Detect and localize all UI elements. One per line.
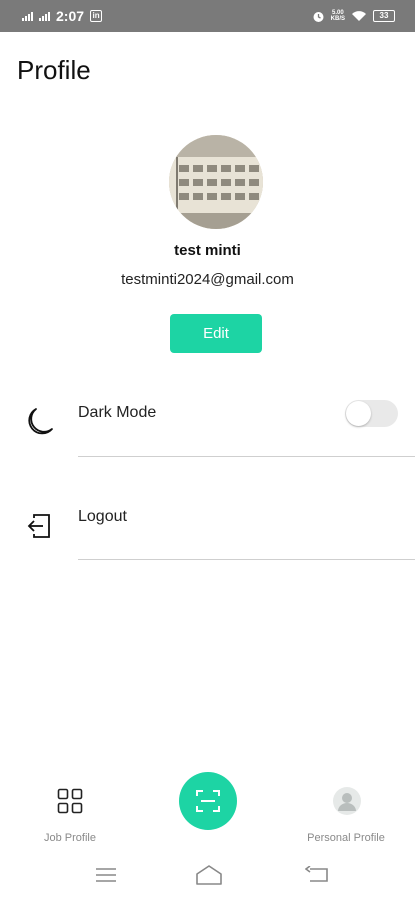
status-bar: 2:07 in 5.00 KB/S 33	[0, 0, 415, 32]
grid-icon	[57, 788, 83, 814]
scan-button[interactable]	[179, 772, 237, 830]
avatar-photo	[169, 135, 263, 229]
scan-icon	[196, 790, 220, 812]
nav-label-personal-profile: Personal Profile	[307, 832, 385, 844]
back-icon[interactable]	[305, 866, 329, 884]
status-left: 2:07 in	[22, 8, 103, 24]
dark-mode-toggle[interactable]	[345, 400, 398, 427]
nav-label-job-profile: Job Profile	[44, 832, 96, 844]
battery-icon: 33	[373, 10, 395, 22]
divider	[78, 456, 415, 457]
profile-screen: 2:07 in 5.00 KB/S 33 Profile test minti …	[0, 0, 415, 900]
net-speed-unit: KB/S	[330, 16, 345, 22]
net-speed: 5.00 KB/S	[331, 10, 345, 22]
page-title: Profile	[17, 55, 91, 85]
avatar[interactable]	[169, 135, 263, 229]
person-icon	[333, 787, 361, 815]
status-right: 5.00 KB/S 33	[312, 10, 395, 23]
menu-icon[interactable]	[95, 866, 117, 884]
toggle-knob	[346, 401, 371, 426]
status-time: 2:07	[56, 8, 85, 24]
moon-icon	[28, 408, 53, 435]
logout-label: Logout	[78, 508, 127, 525]
alarm-icon	[313, 11, 324, 22]
linkedin-icon: in	[90, 10, 103, 22]
home-icon[interactable]	[195, 864, 223, 886]
logout-icon	[27, 514, 50, 538]
dark-mode-label: Dark Mode	[78, 404, 157, 421]
signal-icon	[22, 11, 33, 21]
wifi-icon	[352, 11, 366, 21]
divider	[78, 559, 415, 560]
edit-button[interactable]: Edit	[170, 314, 262, 353]
user-name: test minti	[174, 242, 241, 259]
signal-icon-2	[39, 11, 50, 21]
user-email: testminti2024@gmail.com	[121, 271, 294, 288]
